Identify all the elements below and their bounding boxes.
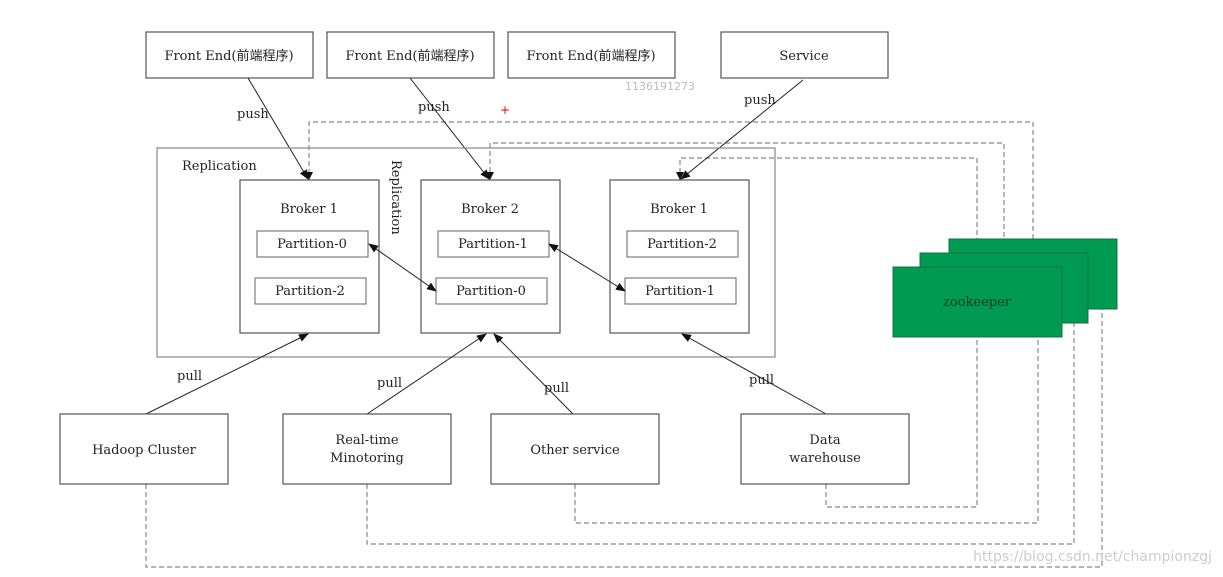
partition-label: Partition-2 <box>275 284 345 299</box>
pull-arrow-other <box>493 333 574 415</box>
consumer-label: Data <box>809 433 840 448</box>
kafka-architecture-diagram: Front End(前端程序) Front End(前端程序) Front End(… <box>59 31 1212 568</box>
push-label-1: push <box>237 107 269 122</box>
broker-1: Broker 1 Partition-0 Partition-2 <box>239 179 380 334</box>
id-text: 1136191273 <box>625 80 695 93</box>
pull-arrow-hadoop <box>145 333 309 415</box>
pull-label-4: pull <box>749 373 774 388</box>
watermark: https://blog.csdn.net/championzgj <box>973 549 1212 565</box>
consumer-label: Minotoring <box>330 451 404 466</box>
producer-label: Service <box>779 49 829 64</box>
pull-label-3: pull <box>544 381 569 396</box>
consumer-label: Other service <box>530 443 620 458</box>
pull-arrow-realtime <box>366 333 487 415</box>
zk-link-realtime <box>366 323 1075 545</box>
producer-label: Front End(前端程序) <box>164 48 293 64</box>
consumer-label: warehouse <box>789 451 861 466</box>
push-arrow-3 <box>680 79 804 180</box>
partition-label: Partition-0 <box>277 237 347 252</box>
broker-2: Broker 2 Partition-1 Partition-0 <box>420 179 561 334</box>
partition-label: Partition-2 <box>647 237 717 252</box>
push-arrow-2 <box>409 77 490 180</box>
broker-name: Broker 1 <box>650 202 708 217</box>
zookeeper-label: zookeeper <box>943 295 1012 310</box>
broker-name: Broker 1 <box>280 202 338 217</box>
consumer-label: Real-time <box>335 433 398 448</box>
replication-label: Replication <box>182 159 257 174</box>
partition-label: Partition-1 <box>458 237 528 252</box>
partition-label: Partition-1 <box>645 284 715 299</box>
push-arrow-1 <box>247 77 309 180</box>
producer-label: Front End(前端程序) <box>345 48 474 64</box>
partition-label: Partition-0 <box>456 284 526 299</box>
pull-label-2: pull <box>377 376 402 391</box>
producer-label: Front End(前端程序) <box>526 48 655 64</box>
zookeeper-ensemble: zookeeper <box>892 238 1118 338</box>
consumer-box <box>740 413 910 485</box>
red-marker: + <box>500 103 510 117</box>
push-label-3: push <box>744 93 776 108</box>
push-label-2: push <box>418 100 450 115</box>
consumer-label: Hadoop Cluster <box>92 443 197 458</box>
zk-arrowheads <box>305 172 684 180</box>
consumer-box <box>282 413 452 485</box>
replication-vertical-label: Replication <box>388 160 403 235</box>
pull-label-1: pull <box>177 369 202 384</box>
broker-3: Broker 1 Partition-2 Partition-1 <box>609 179 750 334</box>
broker-name: Broker 2 <box>461 202 519 217</box>
